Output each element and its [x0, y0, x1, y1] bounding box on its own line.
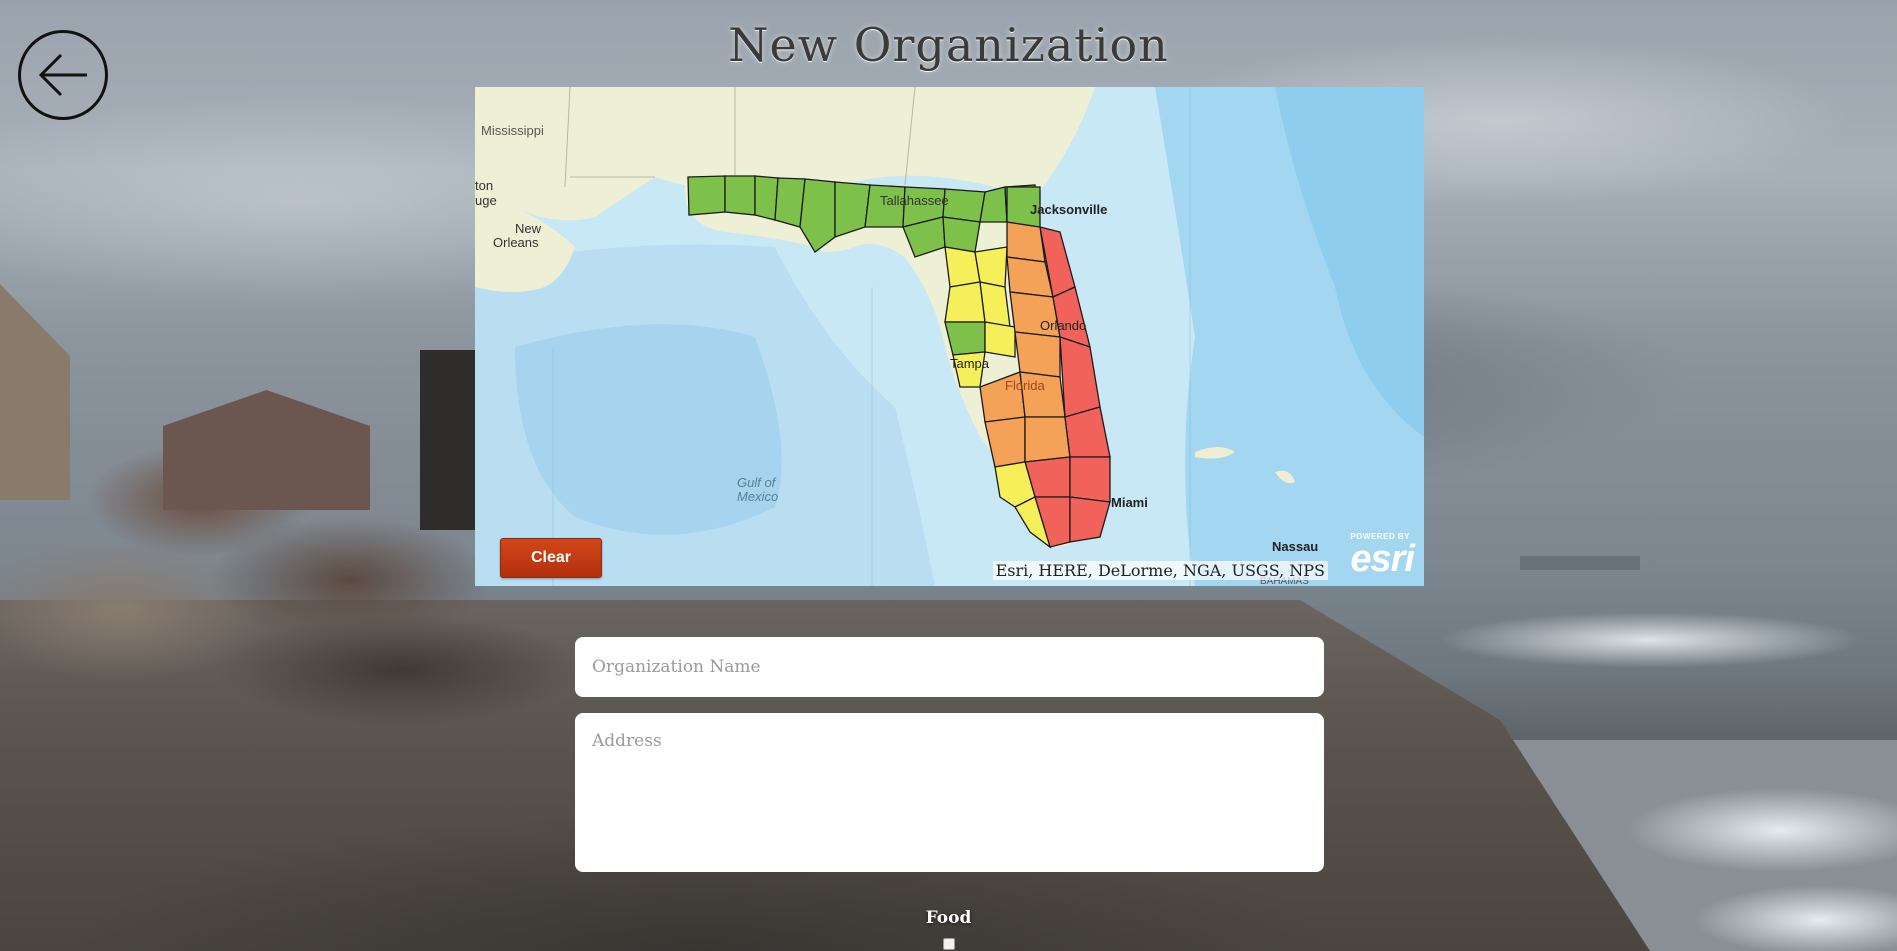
- map-label: Jacksonville: [1030, 202, 1107, 217]
- map-label: ton: [475, 178, 493, 193]
- map-label: Miami: [1111, 495, 1148, 510]
- background-skyline: [1520, 556, 1640, 570]
- map-label: Mexico: [737, 489, 778, 504]
- map-label: Orleans: [493, 235, 539, 250]
- clear-button[interactable]: Clear: [500, 538, 602, 578]
- esri-logo[interactable]: POWERED BY esri: [1334, 532, 1415, 580]
- background-house: [420, 350, 475, 530]
- map-view[interactable]: Mississippi ton uge New Orleans Tallahas…: [475, 87, 1424, 586]
- map-label: New: [515, 221, 542, 236]
- map-label: Orlando: [1040, 318, 1086, 333]
- food-checkbox[interactable]: [943, 938, 955, 950]
- esri-logo-word: esri: [1350, 538, 1415, 580]
- map-label: Florida: [1005, 378, 1046, 393]
- map-attribution: Esri, HERE, DeLorme, NGA, USGS, NPS: [992, 561, 1328, 580]
- organization-name-input[interactable]: [575, 637, 1324, 697]
- map-label: Gulf of: [737, 475, 777, 490]
- map-label: Mississippi: [481, 123, 544, 138]
- background-surf: [1300, 580, 1897, 951]
- page-title: New Organization: [728, 18, 1169, 72]
- food-label: Food: [925, 908, 972, 928]
- address-input[interactable]: [575, 713, 1324, 872]
- map-label: Tallahassee: [880, 193, 949, 208]
- map-label: Nassau: [1272, 539, 1318, 554]
- map-label: uge: [475, 193, 497, 208]
- map-canvas[interactable]: Mississippi ton uge New Orleans Tallahas…: [475, 87, 1424, 586]
- map-label: Tampa: [950, 356, 990, 371]
